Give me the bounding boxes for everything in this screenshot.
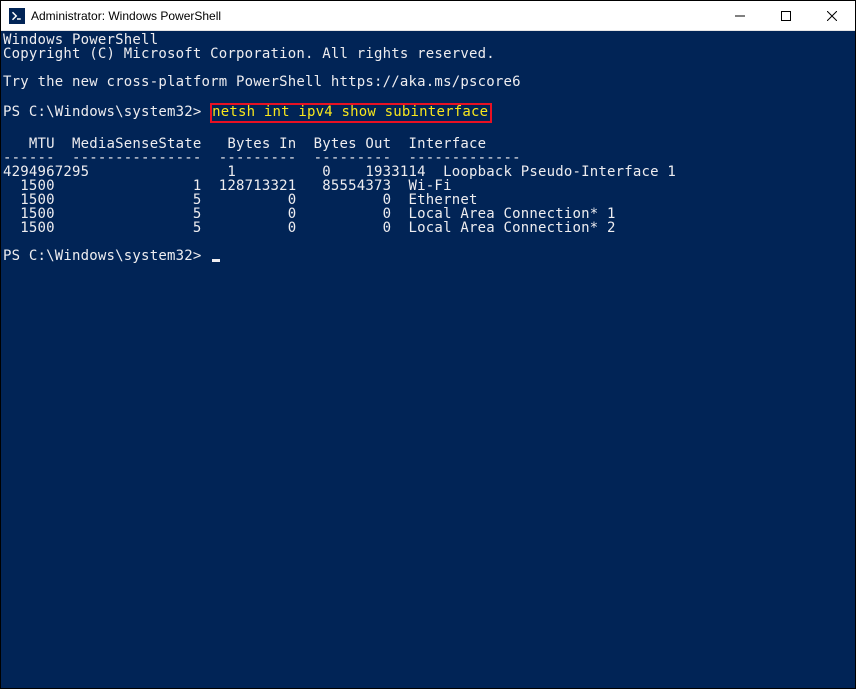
maximize-button[interactable] [763,1,809,30]
entered-command: netsh int ipv4 show subinterface [210,103,492,123]
table-row: 1500 5 0 0 Ethernet [3,193,855,207]
prompt-text: PS C:\Windows\system32> [3,105,210,119]
table-header: MTU MediaSenseState Bytes In Bytes Out I… [3,137,855,151]
table-divider: ------ --------------- --------- -------… [3,151,855,165]
titlebar[interactable]: Administrator: Windows PowerShell [1,1,855,31]
powershell-icon [9,8,25,24]
window-title: Administrator: Windows PowerShell [31,9,717,23]
table-row: 1500 1 128713321 85554373 Wi-Fi [3,179,855,193]
minimize-button[interactable] [717,1,763,30]
command-line-2: PS C:\Windows\system32> [3,249,855,263]
close-button[interactable] [809,1,855,30]
banner-line-1: Windows PowerShell [3,33,855,47]
table-row: 4294967295 1 0 1933114 Loopback Pseudo-I… [3,165,855,179]
terminal-output[interactable]: Windows PowerShell Copyright (C) Microso… [1,31,855,688]
window-controls [717,1,855,30]
banner-line-3: Try the new cross-platform PowerShell ht… [3,75,855,89]
prompt-text: PS C:\Windows\system32> [3,249,210,263]
table-row: 1500 5 0 0 Local Area Connection* 2 [3,221,855,235]
command-line-1: PS C:\Windows\system32> netsh int ipv4 s… [3,103,855,123]
banner-line-2: Copyright (C) Microsoft Corporation. All… [3,47,855,61]
table-row: 1500 5 0 0 Local Area Connection* 1 [3,207,855,221]
cursor [212,259,220,262]
